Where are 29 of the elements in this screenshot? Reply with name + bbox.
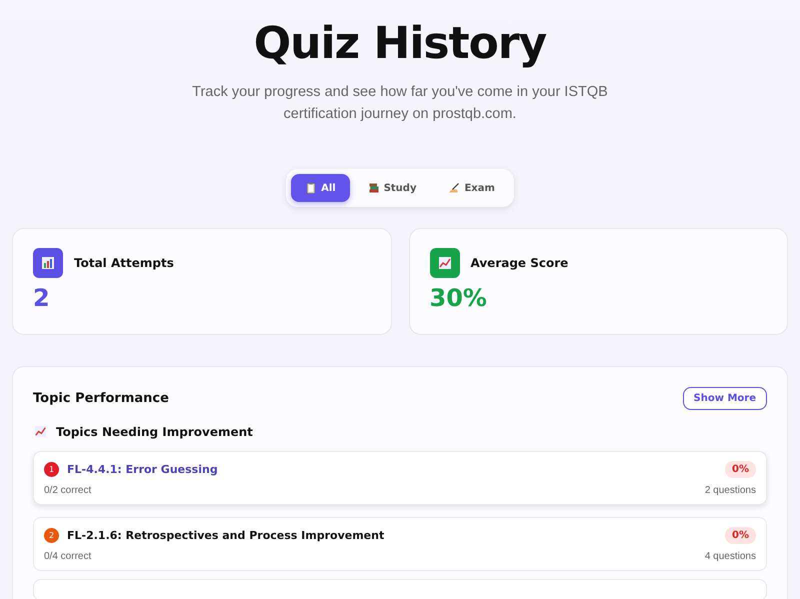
rank-badge: 1 bbox=[44, 462, 59, 477]
stat-label: Average Score bbox=[470, 256, 568, 270]
chart-line-icon bbox=[33, 424, 48, 439]
books-icon bbox=[368, 182, 380, 194]
topic-item[interactable]: 2 FL-2.1.6: Retrospectives and Process Improvement 0% 0/4 correct 4 questions bbox=[33, 517, 767, 571]
page-subtitle: Track your progress and see how far you've come in your ISTQB certification journey on prostqb.com. bbox=[191, 83, 609, 124]
rank-badge: 2 bbox=[44, 528, 59, 543]
page-title: Quiz History bbox=[254, 18, 546, 69]
score-badge: 0% bbox=[725, 527, 756, 544]
score-badge: 0% bbox=[725, 461, 756, 478]
question-count: 2 questions bbox=[704, 485, 756, 496]
show-more-button[interactable]: Show More bbox=[682, 387, 767, 410]
filter-tab[interactable]: Exam bbox=[434, 174, 509, 202]
topic-title: FL-2.1.6: Retrospectives and Process Improvement bbox=[67, 529, 384, 542]
bar-chart-icon bbox=[40, 255, 56, 271]
stat-value: 30% bbox=[430, 284, 488, 312]
topic-title: FL-4.4.1: Error Guessing bbox=[67, 463, 218, 476]
stat-value: 2 bbox=[33, 284, 51, 312]
writing-hand-icon bbox=[448, 182, 460, 194]
section-title: Topics Needing Improvement bbox=[56, 424, 253, 438]
filter-tab[interactable]: Study bbox=[354, 174, 430, 202]
question-count: 4 questions bbox=[704, 551, 756, 562]
correct-count: 0/2 correct bbox=[44, 485, 92, 496]
correct-count: 0/4 correct bbox=[44, 551, 92, 562]
clipboard-icon bbox=[305, 182, 318, 194]
stat-label: Total Attempts bbox=[74, 256, 174, 270]
panel-title: Topic Performance bbox=[33, 391, 169, 406]
filter-tab[interactable]: All bbox=[291, 174, 350, 202]
topic-item[interactable]: 1 FL-4.4.1: Error Guessing 0% 0/2 correct 2 questions bbox=[33, 451, 767, 505]
